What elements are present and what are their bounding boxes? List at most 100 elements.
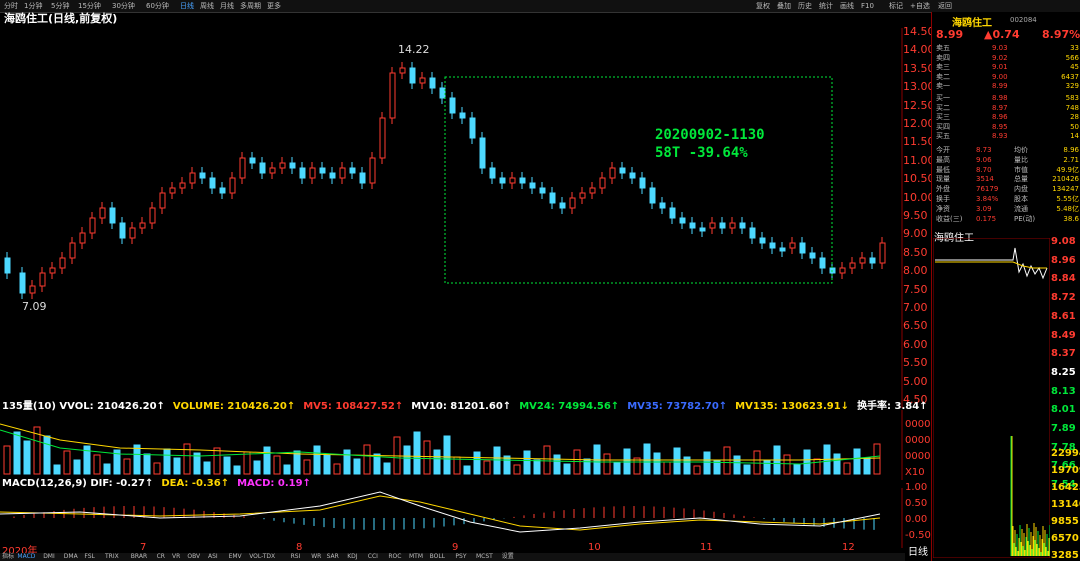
candle bbox=[19, 272, 26, 294]
indicator-tab-16[interactable]: KDJ bbox=[347, 553, 357, 561]
volume-bar bbox=[623, 448, 631, 475]
volume-axis-tick: 0000 bbox=[905, 451, 931, 462]
indicator-tab-10[interactable]: ASI bbox=[208, 553, 218, 561]
indicator-tab-19[interactable]: MTM bbox=[409, 553, 423, 561]
candle bbox=[329, 172, 336, 179]
tab-10[interactable]: 更多 bbox=[267, 0, 281, 12]
candle bbox=[419, 77, 426, 84]
candle bbox=[689, 222, 696, 229]
price-tick: 5.50 bbox=[903, 356, 928, 370]
candlestick-chart[interactable] bbox=[0, 28, 905, 408]
volume-bar bbox=[843, 462, 851, 475]
indicator-tab-0[interactable]: 指标 bbox=[2, 553, 14, 561]
indicator-tab-12[interactable]: VOL-TDX bbox=[249, 553, 275, 561]
tab-3[interactable]: 15分钟 bbox=[78, 0, 101, 12]
volume-chart[interactable] bbox=[0, 410, 905, 480]
stat-label: 今开 bbox=[936, 146, 950, 154]
price-tick: 8.50 bbox=[903, 245, 928, 259]
tab-5[interactable]: 60分钟 bbox=[146, 0, 169, 12]
indicator-tab-22[interactable]: MCST bbox=[476, 553, 493, 561]
tool-4[interactable]: 画线 bbox=[840, 0, 854, 12]
volume-bar bbox=[763, 459, 771, 475]
sell-level-volume: 33 bbox=[1070, 44, 1079, 52]
stat-label: 外盘 bbox=[936, 185, 950, 194]
tool-1[interactable]: 叠加 bbox=[777, 0, 791, 12]
sell-level-price: 9.01 bbox=[992, 63, 1008, 71]
tool-7[interactable]: +自选 bbox=[910, 0, 930, 12]
stat-value: 210426 bbox=[1052, 175, 1079, 184]
indicator-tab-9[interactable]: OBV bbox=[187, 553, 200, 561]
candle bbox=[149, 207, 156, 224]
stat-label: 最高 bbox=[936, 155, 950, 164]
tab-9[interactable]: 多周期 bbox=[240, 0, 261, 12]
candle bbox=[669, 207, 676, 219]
indicator-tab-5[interactable]: TRIX bbox=[105, 553, 119, 561]
mini-price-tick: 8.01 bbox=[1051, 404, 1076, 416]
mini-price-tick: 8.25 bbox=[1051, 366, 1076, 378]
tab-8[interactable]: 月线 bbox=[220, 0, 234, 12]
buy-level-volume: 14 bbox=[1070, 132, 1079, 140]
volume-bar bbox=[733, 455, 741, 475]
candle bbox=[4, 257, 11, 274]
buy-level-price: 8.97 bbox=[992, 103, 1008, 112]
tab-0[interactable]: 分时 bbox=[4, 0, 18, 12]
candle bbox=[39, 272, 46, 287]
indicator-tab-1[interactable]: MACD bbox=[17, 553, 35, 561]
macd-chart[interactable] bbox=[0, 488, 905, 548]
volume-bar bbox=[653, 452, 661, 475]
buy-level-price: 8.93 bbox=[992, 132, 1008, 140]
price-tick: 9.50 bbox=[903, 209, 928, 222]
price-tick: 8.00 bbox=[903, 264, 928, 278]
volume-bar bbox=[13, 431, 21, 475]
macd-axis-tick: -0.50 bbox=[905, 530, 931, 541]
dea-line bbox=[0, 495, 881, 531]
indicator-tab-7[interactable]: CR bbox=[157, 553, 165, 561]
indicator-tab-2[interactable]: DMI bbox=[43, 553, 55, 561]
tab-1[interactable]: 1分钟 bbox=[24, 0, 42, 12]
indicator-tab-4[interactable]: FSL bbox=[84, 553, 95, 561]
tool-5[interactable]: F10 bbox=[861, 0, 874, 12]
tool-8[interactable]: 返回 bbox=[938, 0, 952, 12]
price-tick: 7.00 bbox=[903, 301, 928, 314]
sell-level-label: 卖四 bbox=[936, 53, 950, 62]
tool-0[interactable]: 复权 bbox=[756, 0, 770, 12]
volume-bar bbox=[663, 461, 671, 475]
indicator-tab-13[interactable]: RSI bbox=[291, 553, 301, 561]
tab-4[interactable]: 30分钟 bbox=[112, 0, 135, 12]
volume-bar bbox=[123, 458, 131, 475]
mini-price-tick: 8.37 bbox=[1051, 348, 1076, 360]
tool-2[interactable]: 历史 bbox=[798, 0, 812, 12]
stat-label: 量比 bbox=[1014, 155, 1028, 164]
indicator-tab-8[interactable]: VR bbox=[172, 553, 180, 561]
tab-6[interactable]: 日线 bbox=[180, 0, 194, 12]
stat-label: 最低 bbox=[936, 165, 950, 174]
indicator-tab-11[interactable]: EMV bbox=[229, 553, 242, 561]
buy-level-volume: 748 bbox=[1065, 103, 1079, 112]
indicator-tab-20[interactable]: BOLL bbox=[430, 553, 445, 561]
volume-bar bbox=[253, 460, 261, 475]
tool-3[interactable]: 统计 bbox=[819, 0, 833, 12]
indicator-tab-15[interactable]: SAR bbox=[327, 553, 339, 561]
candle bbox=[279, 162, 286, 169]
indicator-tab-17[interactable]: CCI bbox=[368, 553, 378, 561]
volume-bar bbox=[383, 462, 391, 475]
indicator-tab-18[interactable]: ROC bbox=[388, 553, 401, 561]
indicator-tab-21[interactable]: PSY bbox=[455, 553, 466, 561]
indicator-tab-3[interactable]: DMA bbox=[64, 553, 78, 561]
indicator-tab-14[interactable]: WR bbox=[311, 553, 321, 561]
candle bbox=[769, 242, 776, 249]
candle bbox=[589, 187, 596, 194]
volume-axis-tick: 0000 bbox=[905, 435, 931, 446]
candle bbox=[219, 187, 226, 194]
tab-2[interactable]: 5分钟 bbox=[51, 0, 69, 12]
volume-bar bbox=[3, 445, 11, 475]
candle bbox=[199, 172, 206, 179]
tool-6[interactable]: 标记 bbox=[889, 0, 903, 12]
candle bbox=[489, 167, 496, 179]
tab-7[interactable]: 周线 bbox=[200, 0, 214, 12]
indicator-tab-23[interactable]: 设置 bbox=[502, 553, 514, 561]
candle bbox=[79, 232, 86, 244]
candle bbox=[299, 167, 306, 179]
candle bbox=[729, 222, 736, 229]
indicator-tab-6[interactable]: BRAR bbox=[131, 553, 147, 561]
